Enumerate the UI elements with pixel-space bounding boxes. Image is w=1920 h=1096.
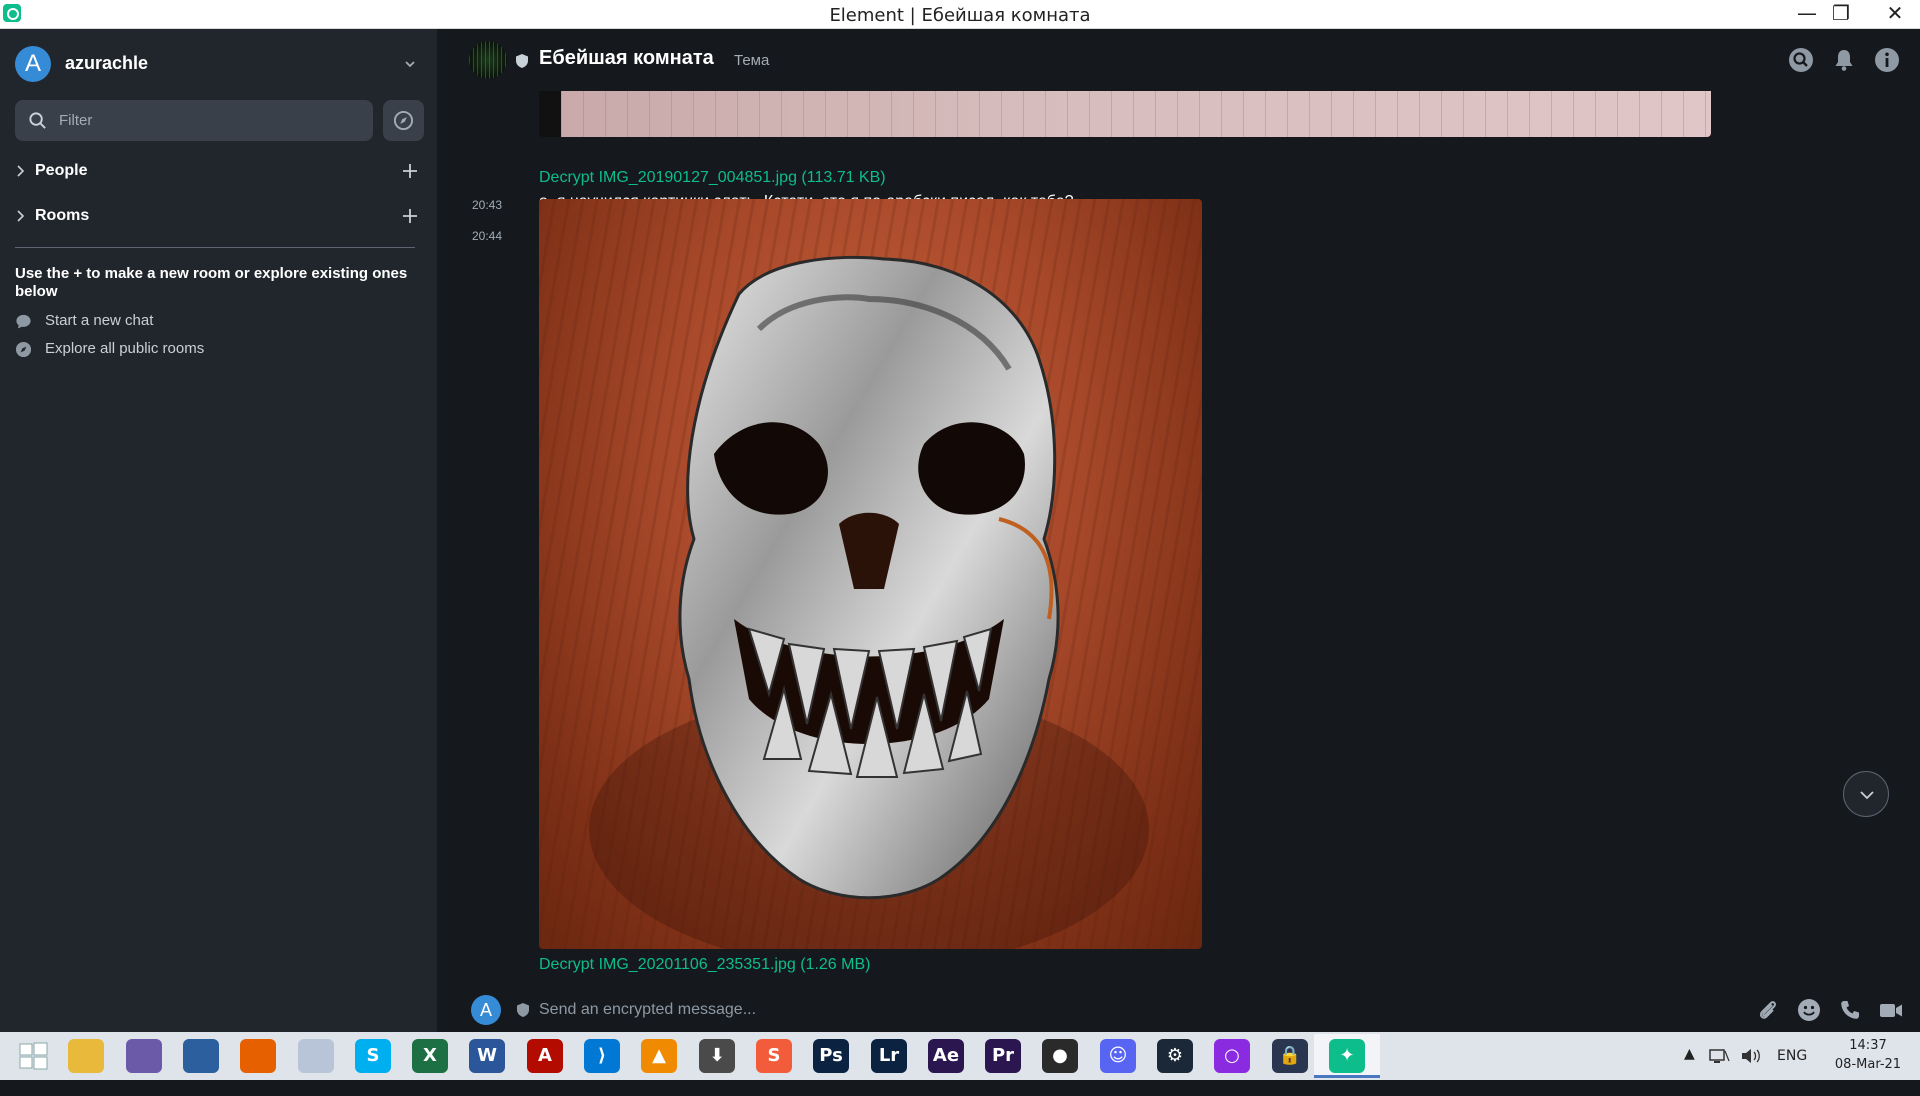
windows-logo-icon — [15, 1039, 51, 1073]
section-people-label: People — [35, 162, 88, 179]
photoshop-icon: Ps — [813, 1039, 849, 1073]
cortana-icon: ○ — [1214, 1039, 1250, 1073]
skull-mask-image — [589, 255, 1149, 949]
message-composer: A — [438, 987, 1920, 1032]
room-header: Ебейшая комната Тема — [438, 29, 1920, 91]
window-titlebar: Element | Ебейшая комната — ❐ ✕ — [0, 0, 1920, 29]
shield-icon — [517, 1003, 529, 1017]
timeline[interactable]: Decrypt IMG_20190127_004851.jpg (113.71 … — [438, 91, 1920, 991]
speaker-icon[interactable] — [1740, 1047, 1762, 1065]
lightroom-icon: Lr — [871, 1039, 907, 1073]
explore-public-rooms-label[interactable]: Explore all public rooms — [45, 340, 204, 357]
excel-icon: X — [412, 1039, 448, 1073]
shield-icon — [516, 54, 528, 68]
compass-icon — [15, 341, 32, 358]
element-icon: ✦ — [1329, 1039, 1365, 1073]
taskbar-app-vlc[interactable]: ▲ — [626, 1034, 692, 1078]
bell-icon[interactable] — [1831, 47, 1857, 73]
add-room-icon[interactable] — [400, 206, 420, 226]
search-icon — [29, 112, 46, 129]
paperclip-icon[interactable] — [1755, 997, 1781, 1023]
moon-app-icon — [298, 1039, 334, 1073]
room-topic[interactable]: Тема — [734, 52, 769, 69]
composer-avatar[interactable]: A — [471, 995, 501, 1025]
clock-date: 08-Mar-21 — [1834, 1057, 1902, 1072]
windows-taskbar: S X W A ⟩ ▲ ⬇ S Ps Lr Ae Pr ● ☺ ⚙ ○ 🔒 ✦ ▲ ENG 14:37 08-Ma… — [0, 1032, 1920, 1080]
downloader-icon: ⬇ — [699, 1039, 735, 1073]
explore-rooms-button[interactable] — [383, 100, 424, 141]
taskbar-app-photoshop[interactable]: Ps — [798, 1034, 864, 1078]
decrypt-file-link[interactable]: Decrypt IMG_20190127_004851.jpg (113.71 … — [539, 169, 886, 187]
tray-overflow-arrow[interactable]: ▲ — [1684, 1046, 1695, 1094]
acrobat-icon: A — [527, 1039, 563, 1073]
start-new-chat-link[interactable]: Start a new chat — [15, 310, 315, 332]
vscode-icon: ⟩ — [584, 1039, 620, 1073]
window-title: Element | Ебейшая комната — [829, 5, 1091, 26]
torrent-icon — [126, 1039, 162, 1073]
message-timestamp[interactable]: 20:43 — [472, 198, 502, 212]
start-new-chat-label[interactable]: Start a new chat — [45, 312, 153, 329]
chevron-down-icon[interactable] — [400, 54, 420, 74]
filter-input[interactable] — [59, 108, 359, 132]
file-explorer-icon — [68, 1039, 104, 1073]
decrypt-file-link[interactable]: Decrypt IMG_20201106_235351.jpg (1.26 MB… — [539, 956, 870, 974]
video-call-icon[interactable] — [1878, 997, 1904, 1023]
user-menu[interactable]: A azurachle — [15, 46, 420, 82]
section-rooms-label: Rooms — [35, 207, 90, 224]
compass-icon — [393, 110, 414, 131]
taskbar-app-element[interactable]: ✦ — [1314, 1034, 1380, 1078]
firefox-icon — [240, 1039, 276, 1073]
taskbar-app-word[interactable]: W — [454, 1034, 520, 1078]
room-view: Ебейшая комната Тема Decrypt IMG_2019012… — [438, 29, 1920, 1032]
left-sidebar: A azurachle People Rooms Use the + to ma… — [0, 29, 438, 1032]
input-language[interactable]: ENG — [1777, 1048, 1807, 1096]
skype-icon: S — [355, 1039, 391, 1073]
clock-time: 14:37 — [1849, 1038, 1887, 1053]
image-attachment[interactable] — [539, 199, 1202, 949]
taskbar-app-cortana[interactable]: ○ — [1199, 1034, 1265, 1078]
premiere-icon: Pr — [985, 1039, 1021, 1073]
image-attachment-previous[interactable] — [539, 91, 1711, 137]
section-rooms[interactable]: Rooms — [15, 201, 420, 231]
section-people[interactable]: People — [15, 156, 420, 186]
info-icon[interactable] — [1874, 47, 1900, 73]
room-avatar[interactable] — [469, 41, 507, 79]
emoji-icon[interactable] — [1796, 997, 1822, 1023]
network-icon[interactable] — [1708, 1047, 1730, 1065]
chevron-right-icon[interactable] — [15, 209, 27, 223]
restore-button[interactable]: ❐ — [1824, 0, 1858, 29]
after-effects-icon: Ae — [928, 1039, 964, 1073]
add-people-icon[interactable] — [400, 161, 420, 181]
minimize-button[interactable]: — — [1790, 0, 1824, 29]
chevron-down-icon — [1860, 791, 1874, 800]
close-button[interactable]: ✕ — [1870, 0, 1920, 29]
explore-public-rooms-link[interactable]: Explore all public rooms — [15, 338, 315, 360]
voice-call-icon[interactable] — [1837, 997, 1863, 1023]
word-icon: W — [469, 1039, 505, 1073]
vlc-icon: ▲ — [641, 1039, 677, 1073]
discord-icon: ☺ — [1100, 1039, 1136, 1073]
chat-bubble-icon — [16, 314, 31, 329]
message-input[interactable] — [539, 996, 1739, 1024]
taskbar-app-obs[interactable]: ● — [1027, 1034, 1093, 1078]
message-timestamp[interactable]: 20:44 — [472, 229, 502, 243]
sidebar-divider — [15, 247, 415, 248]
system-clock[interactable]: 14:37 08-Mar-21 — [1822, 1036, 1914, 1074]
filter-box — [15, 100, 373, 141]
sublime-icon: S — [756, 1039, 792, 1073]
room-name[interactable]: Ебейшая комната — [539, 47, 714, 70]
steam-icon: ⚙ — [1157, 1039, 1193, 1073]
taskbar-app-firefox[interactable] — [225, 1034, 291, 1078]
username[interactable]: azurachle — [65, 53, 148, 74]
obs-icon: ● — [1042, 1039, 1078, 1073]
search-icon[interactable] — [1788, 47, 1814, 73]
chevron-right-icon[interactable] — [15, 164, 27, 178]
empty-hint: Use the + to make a new room or explore … — [15, 265, 408, 300]
user-avatar[interactable]: A — [15, 46, 51, 82]
keepass-icon: 🔒 — [1272, 1039, 1308, 1073]
taskbar-app-file-explorer[interactable] — [53, 1034, 119, 1078]
jump-to-bottom-button[interactable] — [1843, 771, 1889, 817]
browser-globe-icon — [183, 1039, 219, 1073]
